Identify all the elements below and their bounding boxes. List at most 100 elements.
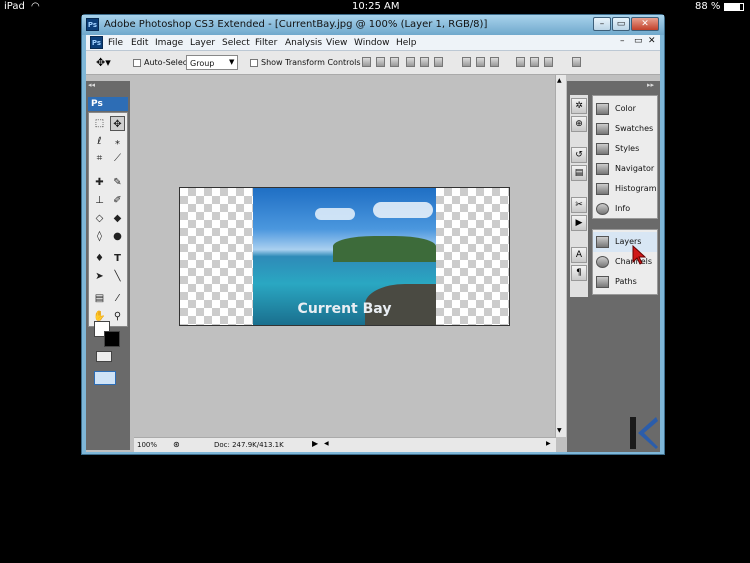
auto-align-icon[interactable]: [572, 57, 581, 67]
transform-controls-label: Show Transform Controls: [261, 58, 361, 67]
magic-wand-icon[interactable]: ⁎: [110, 134, 125, 149]
scroll-up-icon[interactable]: ▲: [557, 77, 562, 84]
panel-navigator[interactable]: Navigator: [593, 159, 657, 179]
layer-comps-icon[interactable]: ▤: [571, 165, 587, 181]
transform-controls-checkbox[interactable]: [250, 59, 258, 67]
pen-tool-icon[interactable]: ♦: [92, 251, 107, 266]
menu-help[interactable]: Help: [396, 38, 417, 48]
character-panel-icon[interactable]: A: [571, 247, 587, 263]
menu-window[interactable]: Window: [354, 38, 390, 48]
close-button[interactable]: ✕: [631, 17, 659, 31]
menu-image[interactable]: Image: [155, 38, 183, 48]
background-color-swatch[interactable]: [104, 331, 120, 347]
tool-presets-icon[interactable]: ✂: [571, 197, 587, 213]
eraser-tool-icon[interactable]: ◇: [92, 211, 107, 226]
actions-panel-icon[interactable]: ▶: [571, 215, 587, 231]
distribute-right-icon[interactable]: [544, 57, 553, 67]
screen-mode-icon[interactable]: [94, 371, 116, 385]
distribute-top-icon[interactable]: [462, 57, 471, 67]
lasso-tool-icon[interactable]: ℓ: [92, 134, 107, 149]
auto-select-checkbox[interactable]: [133, 59, 141, 67]
cloud-shape: [373, 202, 433, 218]
panel-icon-column: ✲ ⊕ ↺ ▤ ✂ ▶ A ¶: [570, 95, 588, 297]
panel-layers[interactable]: Layers: [593, 232, 657, 252]
doc-info-icon[interactable]: ⊛: [173, 440, 180, 449]
panel-paths[interactable]: Paths: [593, 272, 657, 292]
menu-view[interactable]: View: [326, 38, 347, 48]
path-selection-icon[interactable]: ➤: [92, 269, 107, 284]
history-brush-icon[interactable]: ✐: [110, 193, 125, 208]
distribute-hcenter-icon[interactable]: [530, 57, 539, 67]
doc-restore-button[interactable]: ▭: [634, 36, 643, 46]
panel-info[interactable]: Info: [593, 199, 657, 219]
navigator-icon: [596, 163, 609, 175]
scroll-left-icon[interactable]: ◀: [324, 440, 329, 447]
clone-source-icon[interactable]: ⊕: [571, 116, 587, 132]
align-right-icon[interactable]: [434, 57, 443, 67]
image-canvas[interactable]: Current Bay: [179, 187, 510, 326]
quick-mask-icon[interactable]: [96, 351, 112, 362]
color-icon: [596, 103, 609, 115]
menu-analysis[interactable]: Analysis: [285, 38, 322, 48]
scroll-down-icon[interactable]: ▼: [557, 427, 562, 434]
align-hcenter-icon[interactable]: [420, 57, 429, 67]
paint-bucket-icon[interactable]: ◆: [110, 211, 125, 226]
dodge-tool-icon[interactable]: ●: [110, 229, 125, 244]
line-tool-icon[interactable]: ╲: [110, 269, 125, 284]
menu-file[interactable]: File: [108, 38, 123, 48]
menu-filter[interactable]: Filter: [255, 38, 277, 48]
history-panel-icon[interactable]: ↺: [571, 147, 587, 163]
blur-tool-icon[interactable]: ◊: [92, 229, 107, 244]
layers-icon: [596, 236, 609, 248]
k-watermark-logo: [630, 417, 658, 449]
brushes-panel-icon[interactable]: ✲: [571, 98, 587, 114]
chevron-down-icon: ▼: [229, 58, 235, 66]
paths-icon: [596, 276, 609, 288]
toolbox-header: Ps: [88, 97, 128, 111]
move-tool-icon[interactable]: ✥▾: [96, 56, 111, 69]
menu-edit[interactable]: Edit: [131, 38, 148, 48]
move-tool-button[interactable]: ✥: [110, 116, 125, 131]
red-cursor-icon: [632, 245, 646, 265]
type-tool-icon[interactable]: T: [110, 251, 125, 266]
align-bottom-icon[interactable]: [390, 57, 399, 67]
minimize-button[interactable]: –: [593, 17, 611, 31]
crop-tool-icon[interactable]: ⌗: [92, 151, 107, 166]
align-left-icon[interactable]: [406, 57, 415, 67]
distribute-vcenter-icon[interactable]: [476, 57, 485, 67]
panel-swatches[interactable]: Swatches: [593, 119, 657, 139]
menu-select[interactable]: Select: [222, 38, 250, 48]
notes-tool-icon[interactable]: ▤: [92, 291, 107, 306]
panel-histogram[interactable]: Histogram: [593, 179, 657, 199]
align-top-icon[interactable]: [362, 57, 371, 67]
panel-channels[interactable]: Channels: [593, 252, 657, 272]
marquee-tool-icon[interactable]: ⬚: [92, 116, 107, 131]
zoom-tool-icon[interactable]: ⚲: [110, 309, 125, 324]
panel-group-color: Color Swatches Styles Navigator Histogra…: [592, 95, 658, 219]
zoom-level[interactable]: 100%: [137, 441, 157, 449]
distribute-left-icon[interactable]: [516, 57, 525, 67]
brush-tool-icon[interactable]: ✎: [110, 175, 125, 190]
paragraph-panel-icon[interactable]: ¶: [571, 265, 587, 281]
align-vcenter-icon[interactable]: [376, 57, 385, 67]
restore-button[interactable]: ▭: [612, 17, 630, 31]
bay-photo: Current Bay: [253, 188, 436, 325]
auto-select-dropdown[interactable]: Group ▼: [186, 55, 238, 70]
scroll-right-icon[interactable]: ▶: [546, 440, 551, 447]
doc-close-button[interactable]: ✕: [648, 36, 656, 46]
clone-stamp-icon[interactable]: ⊥: [92, 193, 107, 208]
slice-tool-icon[interactable]: ⟋: [110, 151, 125, 166]
title-bar: Ps Adobe Photoshop CS3 Extended - [Curre…: [82, 15, 664, 35]
eyedropper-icon[interactable]: ⁄: [110, 291, 125, 306]
panel-color[interactable]: Color: [593, 99, 657, 119]
battery-percent: 88 %: [695, 1, 721, 12]
panel-styles[interactable]: Styles: [593, 139, 657, 159]
doc-minimize-button[interactable]: –: [620, 36, 625, 46]
distribute-bottom-icon[interactable]: [490, 57, 499, 67]
collapse-panels-icon[interactable]: ▸▸: [647, 81, 654, 89]
collapse-toolbox-icon[interactable]: ◂◂: [88, 81, 95, 89]
vertical-scrollbar[interactable]: ▲ ▼: [555, 75, 566, 437]
menu-layer[interactable]: Layer: [190, 38, 215, 48]
healing-brush-icon[interactable]: ✚: [92, 175, 107, 190]
status-menu-arrow-icon[interactable]: ▶: [312, 439, 318, 448]
